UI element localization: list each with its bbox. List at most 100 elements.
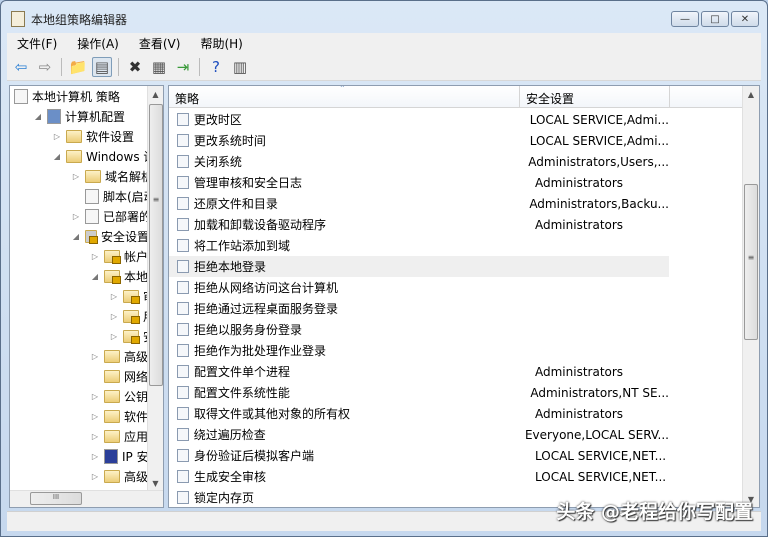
policy-row[interactable]: 配置文件系统性能 Administrators,NT SE... <box>169 382 669 403</box>
policy-row[interactable]: 管理审核和安全日志 Administrators <box>169 172 669 193</box>
expand-arrow-icon[interactable]: ▷ <box>90 452 100 461</box>
policy-name: 拒绝本地登录 <box>194 260 267 274</box>
expand-arrow-icon[interactable]: ▷ <box>90 252 100 261</box>
expand-arrow-icon[interactable]: ▷ <box>109 292 119 301</box>
column-label: 安全设置 <box>526 92 575 106</box>
up-folder-icon: 📁 <box>68 57 88 76</box>
policy-icon <box>177 344 189 357</box>
forward-button[interactable]: ⇨ <box>35 57 55 77</box>
expand-arrow-icon[interactable]: ▷ <box>109 332 119 341</box>
tree-horizontal-scrollbar[interactable]: III <box>10 490 163 507</box>
policy-name: 管理审核和安全日志 <box>194 176 303 190</box>
policy-row[interactable]: 拒绝本地登录 <box>169 256 669 277</box>
policy-row[interactable]: 拒绝通过远程桌面服务登录 <box>169 298 669 319</box>
policy-row[interactable]: 关闭系统 Administrators,Users,... <box>169 151 669 172</box>
column-header-policy[interactable]: 策略 ⌃ <box>169 86 520 107</box>
policy-row[interactable]: 拒绝作为批处理作业登录 <box>169 340 669 361</box>
export-button[interactable]: ⇥ <box>173 57 193 77</box>
policy-row[interactable]: 还原文件和目录 Administrators,Backu... <box>169 193 669 214</box>
up-folder-button[interactable]: 📁 <box>68 57 88 77</box>
watermark: 头条 @老程给你写配置 <box>556 501 753 523</box>
forward-icon: ⇨ <box>38 57 52 76</box>
policy-icon <box>177 239 189 252</box>
expand-arrow-icon[interactable]: ▷ <box>90 352 100 361</box>
policy-icon <box>177 386 189 399</box>
lockfolder-icon <box>104 269 121 284</box>
tree-item[interactable]: ▷ 软件设置 <box>52 126 134 146</box>
collapse-arrow-icon[interactable]: ◢ <box>90 272 100 281</box>
expand-arrow-icon[interactable]: ▷ <box>109 312 119 321</box>
lockfolder-icon <box>123 309 140 324</box>
tree-item[interactable]: ◢ 安全设置 <box>71 226 149 246</box>
action-pane-button[interactable]: ▥ <box>230 57 250 77</box>
policy-name: 加载和卸载设备驱动程序 <box>194 218 327 232</box>
menu-view[interactable]: 查看(V) <box>129 33 191 53</box>
policy-row[interactable]: 生成安全审核 LOCAL SERVICE,NET... <box>169 466 669 487</box>
menu-action[interactable]: 操作(A) <box>67 33 129 53</box>
folder-icon <box>66 149 82 163</box>
expand-arrow-icon[interactable]: ▷ <box>90 412 100 421</box>
show-hide-tree-button[interactable]: ▤ <box>92 56 112 77</box>
close-button[interactable]: ✕ <box>731 11 759 27</box>
policy-name: 更改时区 <box>193 113 242 127</box>
scroll-thumb[interactable]: ≡ <box>744 184 758 340</box>
collapse-arrow-icon[interactable]: ◢ <box>52 152 62 161</box>
expand-arrow-icon[interactable]: ▷ <box>90 472 100 481</box>
back-button[interactable]: ⇦ <box>11 57 31 77</box>
policy-row[interactable]: 拒绝从网络访问这台计算机 <box>169 277 669 298</box>
policy-row[interactable]: 加载和卸载设备驱动程序 Administrators <box>169 214 669 235</box>
list-vertical-scrollbar[interactable]: ▲ ≡ ▼ <box>742 86 759 507</box>
expand-arrow-icon[interactable]: ▷ <box>71 172 81 181</box>
policy-name: 将工作站添加到域 <box>194 239 291 253</box>
policy-name: 配置文件系统性能 <box>193 386 290 400</box>
minimize-button[interactable]: — <box>671 11 699 27</box>
policy-icon <box>177 134 189 147</box>
policy-row[interactable]: 取得文件或其他对象的所有权 Administrators <box>169 403 669 424</box>
policy-icon <box>177 470 189 483</box>
policy-name: 还原文件和目录 <box>193 197 278 211</box>
policy-row[interactable]: 绕过遍历检查 Everyone,LOCAL SERV... <box>169 424 669 445</box>
policy-icon <box>177 218 189 231</box>
expand-arrow-icon[interactable]: ▷ <box>71 212 81 221</box>
security-setting: Administrators,Users,... <box>528 154 669 169</box>
policy-name: 拒绝作为批处理作业登录 <box>194 344 327 358</box>
tree-item-label: 计算机配置 <box>65 109 126 124</box>
policy-row[interactable]: 拒绝以服务身份登录 <box>169 319 669 340</box>
action-pane-icon: ▥ <box>232 57 248 76</box>
policy-name: 配置文件单个进程 <box>194 365 291 379</box>
maximize-button[interactable]: □ <box>701 11 729 27</box>
expand-arrow-icon[interactable]: ▷ <box>90 432 100 441</box>
menu-file[interactable]: 文件(F) <box>7 33 67 53</box>
delete-icon: ✖ <box>128 57 142 76</box>
collapse-arrow-icon[interactable]: ◢ <box>71 232 81 241</box>
expand-arrow-icon[interactable]: ▷ <box>52 132 62 141</box>
policy-row[interactable]: 更改时区 LOCAL SERVICE,Admi... <box>169 109 669 130</box>
policy-icon <box>177 281 189 294</box>
policy-row[interactable]: 将工作站添加到域 <box>169 235 669 256</box>
help-button[interactable]: ? <box>206 57 226 77</box>
policy-row[interactable]: 配置文件单个进程 Administrators <box>169 361 669 382</box>
policy-row[interactable]: 身份验证后模拟客户端 LOCAL SERVICE,NET... <box>169 445 669 466</box>
policy-row[interactable]: 更改系统时间 LOCAL SERVICE,Admi... <box>169 130 669 151</box>
delete-button[interactable]: ✖ <box>125 57 145 77</box>
tree-item[interactable]: 本地计算机 策略 <box>14 86 120 106</box>
menu-help[interactable]: 帮助(H) <box>190 33 252 53</box>
toolbar-separator <box>199 57 200 76</box>
properties-button[interactable]: ▦ <box>149 57 169 77</box>
tree-item[interactable]: ◢ 计算机配置 <box>33 106 125 126</box>
security-setting: LOCAL SERVICE,Admi... <box>529 133 669 148</box>
collapse-arrow-icon[interactable]: ◢ <box>33 112 43 121</box>
back-icon: ⇦ <box>14 57 28 76</box>
policy-name: 拒绝从网络访问这台计算机 <box>194 281 339 295</box>
policy-icon <box>177 407 189 420</box>
expand-arrow-icon[interactable]: ▷ <box>90 392 100 401</box>
scroll-thumb[interactable]: ≡ <box>149 104 163 386</box>
policy-icon <box>177 302 189 315</box>
doc-icon <box>85 188 99 204</box>
folder-icon <box>104 409 120 423</box>
lockfolder-icon <box>104 249 121 264</box>
security-setting: Everyone,LOCAL SERV... <box>524 427 669 442</box>
column-header-security-setting[interactable]: 安全设置 <box>520 86 670 107</box>
tree-vertical-scrollbar[interactable]: ▲ ≡ ▼ <box>147 86 163 491</box>
folder-icon <box>104 469 120 483</box>
